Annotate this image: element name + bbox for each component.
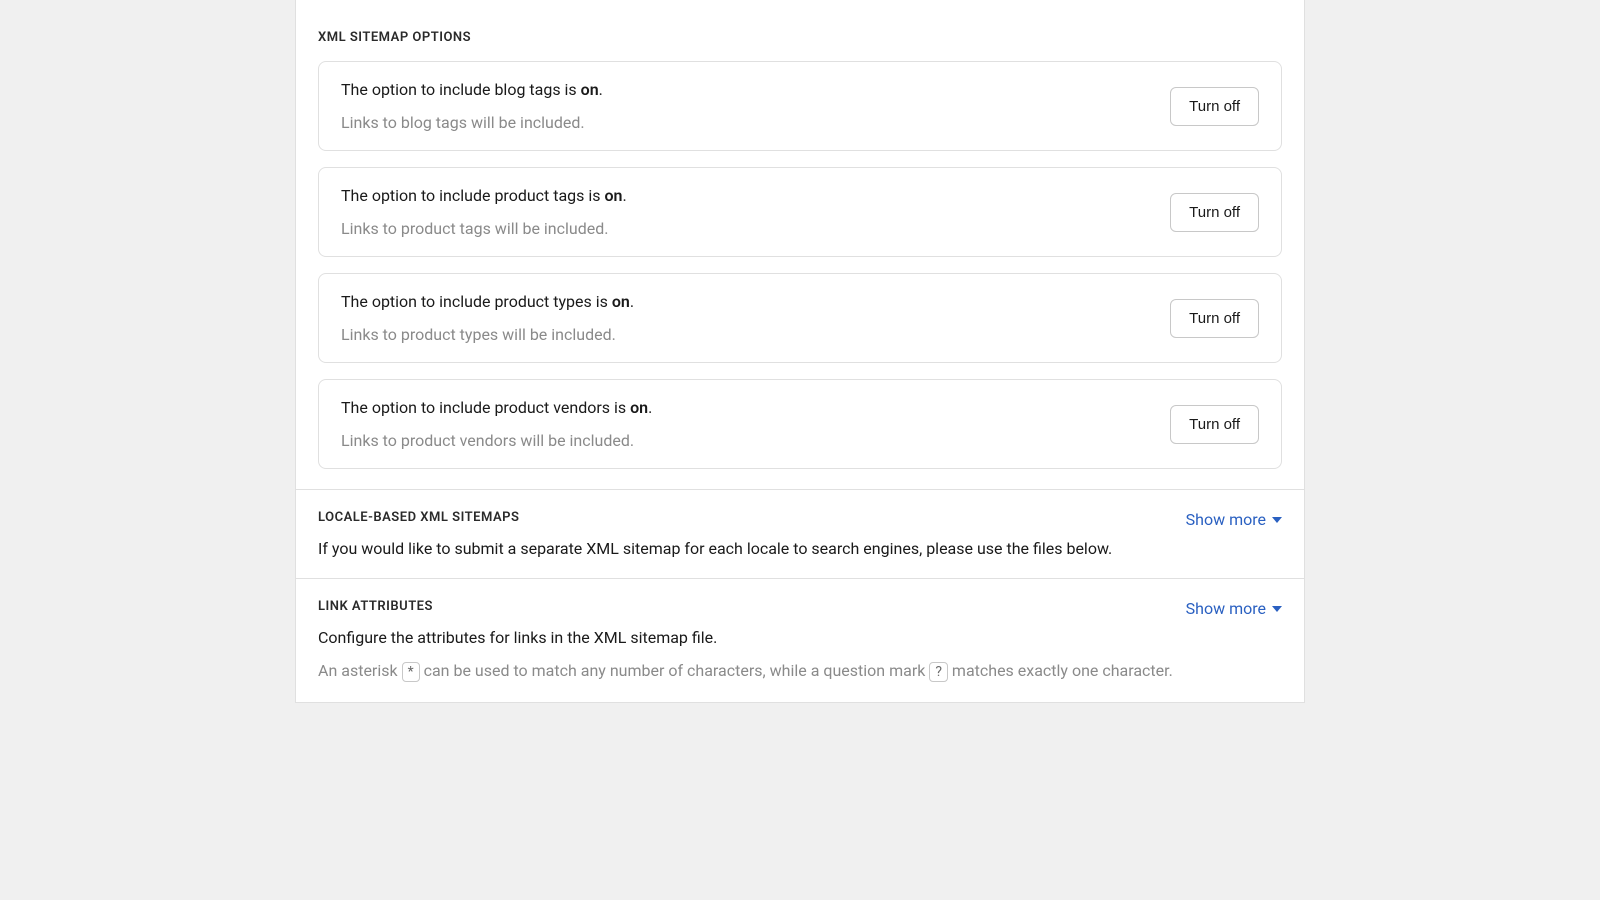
option-desc: Links to product vendors will be include… [341, 431, 1170, 450]
hint-text: An asterisk * can be used to match any n… [318, 661, 1282, 682]
caret-down-icon [1272, 606, 1282, 612]
option-status-suffix: . [630, 292, 634, 311]
hint-part: can be used to match any number of chara… [420, 661, 930, 680]
option-desc: Links to blog tags will be included. [341, 113, 1170, 132]
section-header: LOCALE-BASED XML SITEMAPS Show more [318, 510, 1282, 529]
option-status-suffix: . [599, 80, 603, 99]
option-status-prefix: The option to include blog tags is [341, 80, 581, 99]
section-title: LINK ATTRIBUTES [318, 599, 433, 614]
hint-part: An asterisk [318, 661, 402, 680]
settings-panel: XML SITEMAP OPTIONS The option to includ… [295, 0, 1305, 703]
option-status: The option to include product vendors is… [341, 398, 1170, 417]
turn-off-button-product-tags[interactable]: Turn off [1170, 193, 1259, 232]
option-text: The option to include product types is o… [341, 292, 1170, 344]
section-title: LOCALE-BASED XML SITEMAPS [318, 510, 519, 525]
option-card-blog-tags: The option to include blog tags is on. L… [318, 61, 1282, 151]
option-card-product-vendors: The option to include product vendors is… [318, 379, 1282, 469]
section-xml-sitemap-options: XML SITEMAP OPTIONS The option to includ… [296, 0, 1304, 490]
caret-down-icon [1272, 517, 1282, 523]
option-status: The option to include product tags is on… [341, 186, 1170, 205]
option-desc: Links to product types will be included. [341, 325, 1170, 344]
section-desc: Configure the attributes for links in th… [318, 628, 1282, 647]
turn-off-button-blog-tags[interactable]: Turn off [1170, 87, 1259, 126]
show-more-label: Show more [1186, 599, 1266, 618]
option-text: The option to include product tags is on… [341, 186, 1170, 238]
option-text: The option to include product vendors is… [341, 398, 1170, 450]
option-state: on [612, 292, 630, 311]
turn-off-button-product-types[interactable]: Turn off [1170, 299, 1259, 338]
hint-part: matches exactly one character. [948, 661, 1173, 680]
section-header: LINK ATTRIBUTES Show more [318, 599, 1282, 618]
section-locale-sitemaps: LOCALE-BASED XML SITEMAPS Show more If y… [296, 490, 1304, 579]
section-title: XML SITEMAP OPTIONS [318, 30, 1282, 45]
option-status-suffix: . [623, 186, 627, 205]
show-more-locale[interactable]: Show more [1186, 510, 1282, 529]
option-status-prefix: The option to include product tags is [341, 186, 605, 205]
option-card-product-types: The option to include product types is o… [318, 273, 1282, 363]
section-desc: If you would like to submit a separate X… [318, 539, 1282, 558]
show-more-link-attributes[interactable]: Show more [1186, 599, 1282, 618]
option-status: The option to include product types is o… [341, 292, 1170, 311]
turn-off-button-product-vendors[interactable]: Turn off [1170, 405, 1259, 444]
option-desc: Links to product tags will be included. [341, 219, 1170, 238]
option-status: The option to include blog tags is on. [341, 80, 1170, 99]
option-status-prefix: The option to include product vendors is [341, 398, 630, 417]
option-status-prefix: The option to include product types is [341, 292, 612, 311]
option-text: The option to include blog tags is on. L… [341, 80, 1170, 132]
option-state: on [630, 398, 648, 417]
option-state: on [581, 80, 599, 99]
section-link-attributes: LINK ATTRIBUTES Show more Configure the … [296, 579, 1304, 702]
option-state: on [605, 186, 623, 205]
question-keycap: ? [929, 662, 948, 682]
option-status-suffix: . [648, 398, 652, 417]
option-card-product-tags: The option to include product tags is on… [318, 167, 1282, 257]
show-more-label: Show more [1186, 510, 1266, 529]
asterisk-keycap: * [402, 662, 420, 682]
